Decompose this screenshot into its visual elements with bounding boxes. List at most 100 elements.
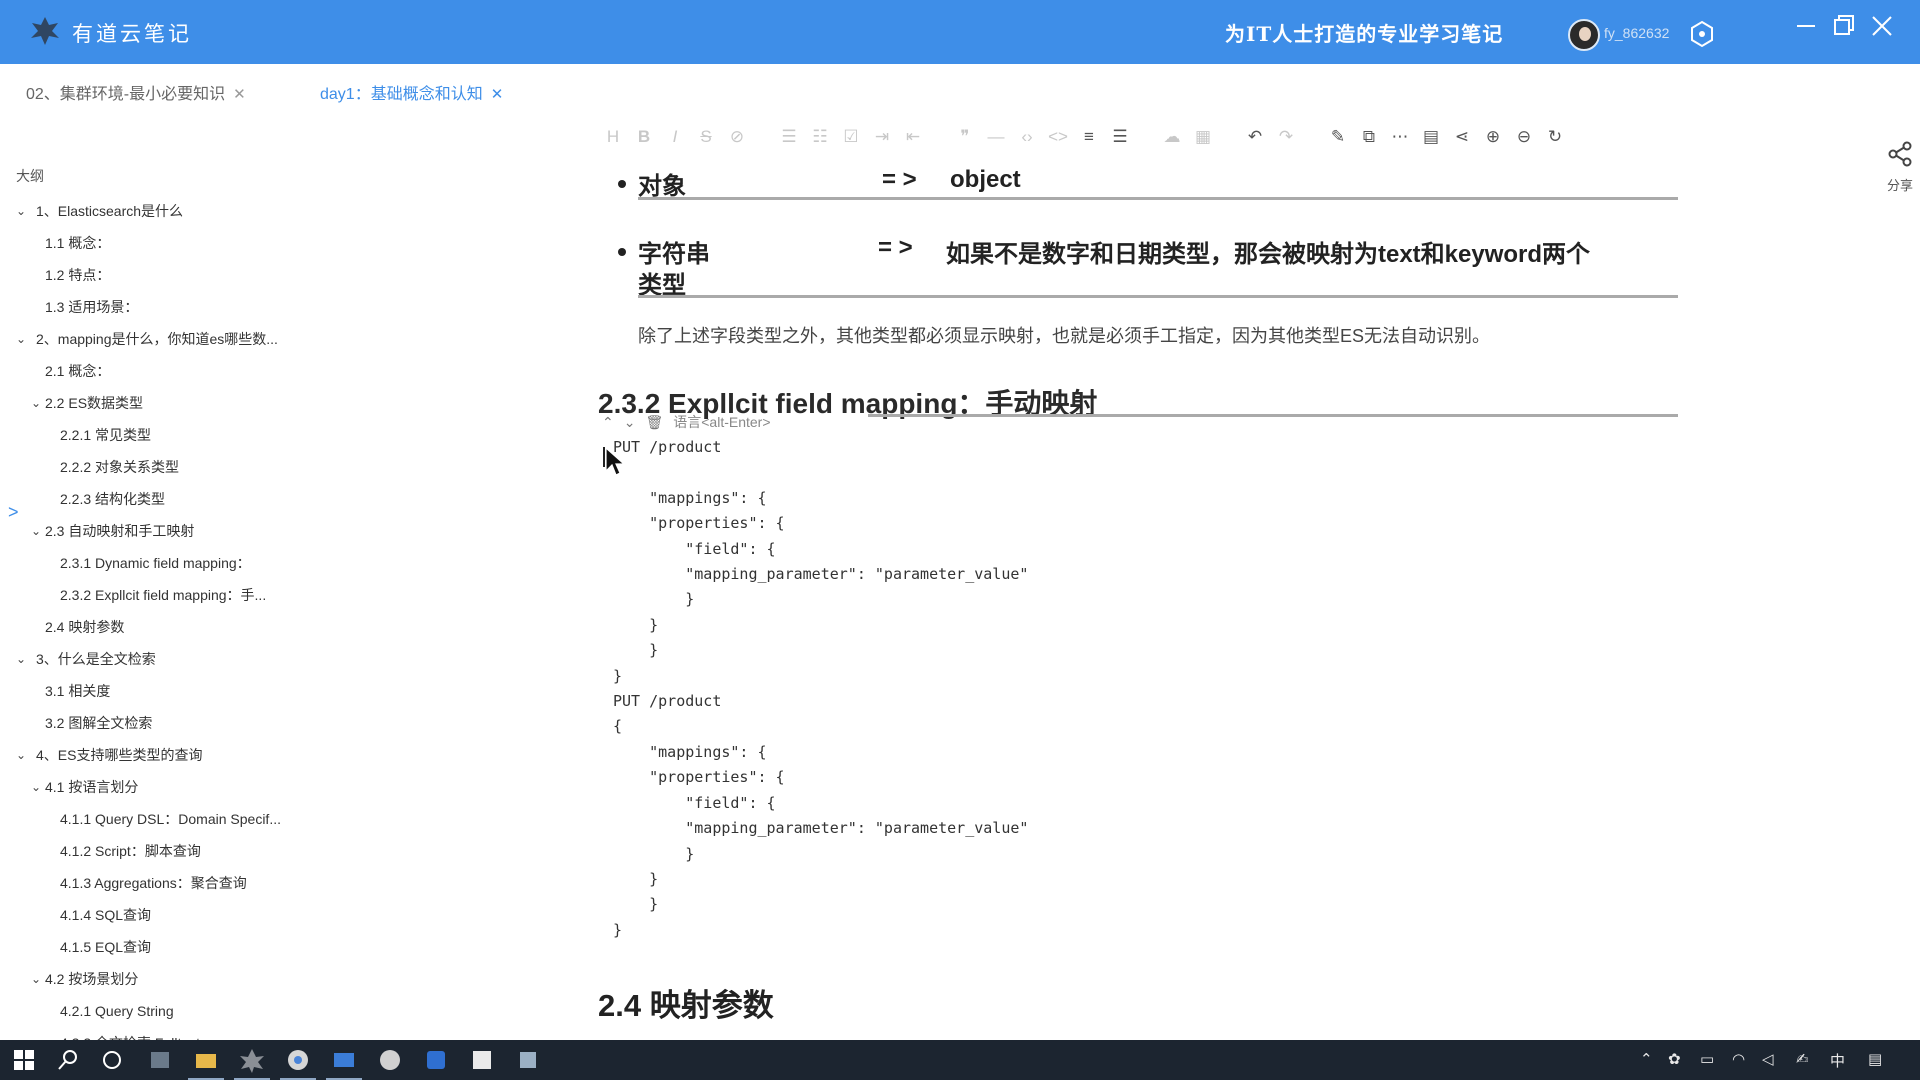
app-pen-icon[interactable]: [514, 1046, 542, 1074]
redo-icon[interactable]: ↷: [1273, 124, 1299, 150]
more-icon[interactable]: ⋯: [1387, 124, 1413, 150]
quote-icon[interactable]: ❞: [952, 124, 978, 150]
open-external-icon[interactable]: ⧉: [1356, 124, 1382, 150]
search-icon[interactable]: [54, 1046, 82, 1074]
outline-item[interactable]: 2.4 映射参数: [0, 611, 320, 643]
bullet-list-icon[interactable]: ☰: [776, 124, 802, 150]
outline-item[interactable]: 2.2.3 结构化类型: [0, 483, 320, 515]
heading-icon[interactable]: H: [600, 124, 626, 150]
table-icon[interactable]: ▦: [1190, 124, 1216, 150]
pen-icon[interactable]: ✍: [1796, 1050, 1809, 1068]
format-icon[interactable]: ☰: [1107, 124, 1133, 150]
app-icon[interactable]: [146, 1046, 174, 1074]
close-icon[interactable]: [1868, 12, 1896, 40]
checklist-icon[interactable]: ☑: [838, 124, 864, 150]
chevron-down-icon[interactable]: ⌄: [16, 195, 26, 227]
outline-item[interactable]: 4.2.2 全文检索 Fulltext query: [0, 1027, 320, 1040]
strikethrough-icon[interactable]: S: [693, 124, 719, 150]
outline-item[interactable]: 1.2 特点：: [0, 259, 320, 291]
task-view-icon[interactable]: [98, 1046, 126, 1074]
username[interactable]: fy_862632: [1604, 25, 1669, 41]
undo-icon[interactable]: ↶: [1242, 124, 1268, 150]
notification-icon[interactable]: ▤: [1868, 1050, 1882, 1068]
bold-icon[interactable]: B: [631, 124, 657, 150]
outline-item[interactable]: 4.2.1 Query String: [0, 995, 320, 1027]
outline-item[interactable]: 2.3.1 Dynamic field mapping：: [0, 547, 320, 579]
chrome-icon[interactable]: [284, 1046, 312, 1074]
typora-icon[interactable]: [468, 1046, 496, 1074]
file-explorer-icon[interactable]: [192, 1046, 220, 1074]
chevron-down-icon[interactable]: ⌄: [31, 387, 41, 419]
mail-icon[interactable]: [330, 1046, 358, 1074]
outline-item[interactable]: 2.3.2 Expllcit field mapping：手...: [0, 579, 320, 611]
tray-chevron-icon[interactable]: ⌃: [1640, 1050, 1653, 1068]
minimize-icon[interactable]: [1792, 12, 1820, 40]
outline-item[interactable]: ⌄ 3、什么是全文检索: [0, 643, 320, 675]
collapse-outline-icon[interactable]: >: [8, 502, 19, 523]
chevron-down-icon[interactable]: ⌄: [16, 643, 26, 675]
link-icon[interactable]: ⊘: [724, 124, 750, 150]
outline-item[interactable]: ⌄ 4.2 按场景划分: [0, 963, 320, 995]
outline-item[interactable]: 2.2.1 常见类型: [0, 419, 320, 451]
windows-start-icon[interactable]: [10, 1046, 38, 1074]
chevron-down-icon[interactable]: ⌄: [31, 963, 41, 995]
outline-item[interactable]: ⌄ 4、ES支持哪些类型的查询: [0, 739, 320, 771]
settings-hex-icon[interactable]: [1688, 20, 1716, 48]
outline-item[interactable]: ⌄ 2.2 ES数据类型: [0, 387, 320, 419]
share-node-icon[interactable]: ⋖: [1449, 124, 1475, 150]
edit-icon[interactable]: ✎: [1325, 124, 1351, 150]
outline-item[interactable]: 2.1 概念：: [0, 355, 320, 387]
outline-item[interactable]: 3.1 相关度: [0, 675, 320, 707]
tab-close-icon[interactable]: ✕: [491, 86, 504, 103]
indent-icon[interactable]: ⇥: [869, 124, 895, 150]
zoom-in-icon[interactable]: ⊕: [1480, 124, 1506, 150]
cloud-icon[interactable]: ☁: [1159, 124, 1185, 150]
divider-icon[interactable]: —: [983, 124, 1009, 150]
align-left-icon[interactable]: ≡: [1076, 124, 1102, 150]
app-dev-icon[interactable]: [422, 1046, 450, 1074]
chevron-down-icon[interactable]: ⌄: [31, 771, 41, 803]
tab-cluster-env[interactable]: 02、集群环境-最小必要知识 ✕: [26, 80, 246, 104]
numbered-list-icon[interactable]: ☷: [807, 124, 833, 150]
refresh-icon[interactable]: ↻: [1542, 124, 1568, 150]
code-block-icon[interactable]: <>: [1045, 124, 1071, 150]
zoom-out-icon[interactable]: ⊖: [1511, 124, 1537, 150]
volume-icon[interactable]: ◁: [1762, 1050, 1774, 1068]
outline-item[interactable]: 4.1.1 Query DSL：Domain Specif...: [0, 803, 320, 835]
document-icon[interactable]: ▤: [1418, 124, 1444, 150]
note-app-icon[interactable]: [238, 1046, 266, 1074]
chevron-down-icon[interactable]: ⌄: [16, 323, 26, 355]
outline-item[interactable]: ⌄ 2、mapping是什么，你知道es哪些数...: [0, 323, 320, 355]
outline-item[interactable]: 4.1.4 SQL查询: [0, 899, 320, 931]
code-language-input[interactable]: 语言<alt-Enter>: [673, 414, 770, 430]
outline-item[interactable]: 3.2 图解全文检索: [0, 707, 320, 739]
outdent-icon[interactable]: ⇤: [900, 124, 926, 150]
app-ns-icon[interactable]: [376, 1046, 404, 1074]
inline-code-icon[interactable]: ‹›: [1014, 124, 1040, 150]
ime-indicator[interactable]: 中: [1830, 1050, 1845, 1071]
italic-icon[interactable]: I: [662, 124, 688, 150]
chevron-up-icon[interactable]: ⌃: [602, 414, 614, 430]
outline-item[interactable]: ⌄ 1、Elasticsearch是什么: [0, 195, 320, 227]
avatar[interactable]: [1568, 19, 1600, 51]
chevron-down-icon[interactable]: ⌄: [31, 515, 41, 547]
trash-icon[interactable]: 🗑: [645, 414, 663, 430]
outline-item[interactable]: ⌄ 4.1 按语言划分: [0, 771, 320, 803]
outline-item[interactable]: 1.3 适用场景：: [0, 291, 320, 323]
outline-item[interactable]: 4.1.2 Script：脚本查询: [0, 835, 320, 867]
tab-day1[interactable]: day1：基础概念和认知 ✕: [320, 80, 503, 104]
outline-item[interactable]: 2.2.2 对象关系类型: [0, 451, 320, 483]
battery-icon[interactable]: ▭: [1700, 1050, 1714, 1068]
outline-item[interactable]: 1.1 概念：: [0, 227, 320, 259]
outline-item[interactable]: ⌄ 2.3 自动映射和手工映射: [0, 515, 320, 547]
chevron-down-icon[interactable]: ⌄: [624, 414, 636, 430]
share-button[interactable]: 分享: [1880, 140, 1920, 194]
tab-close-icon[interactable]: ✕: [233, 86, 246, 103]
code-block[interactable]: PUT /product "mappings": { "properties":…: [613, 435, 1028, 943]
tray-app-icon[interactable]: ✿: [1668, 1050, 1681, 1068]
wifi-icon[interactable]: ◠: [1732, 1050, 1745, 1068]
outline-item[interactable]: 4.1.5 EQL查询: [0, 931, 320, 963]
restore-icon[interactable]: [1830, 12, 1858, 40]
chevron-down-icon[interactable]: ⌄: [16, 739, 26, 771]
outline-item[interactable]: 4.1.3 Aggregations：聚合查询: [0, 867, 320, 899]
